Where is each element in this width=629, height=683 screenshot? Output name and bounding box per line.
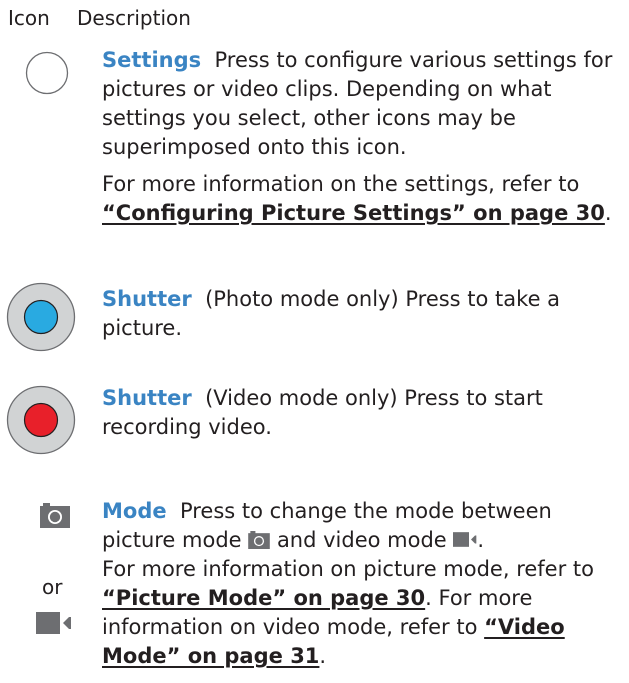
shutter-video-icon [6, 385, 76, 455]
or-label: or [42, 575, 63, 599]
settings-term: Settings [102, 48, 202, 72]
shutter-photo-term: Shutter [102, 287, 192, 311]
video-camera-icon [453, 532, 477, 547]
description-column-header: Description [77, 6, 191, 30]
settings-circle-icon [25, 51, 69, 95]
shutter-photo-icon [6, 282, 76, 352]
camera-icon [40, 503, 70, 528]
picture-mode-link[interactable]: “Picture Mode” on page 30 [102, 586, 425, 610]
shutter-photo-description: Shutter (Photo mode only) Press to take … [102, 287, 561, 340]
shutter-video-term: Shutter [102, 386, 192, 410]
mode-term: Mode [102, 499, 167, 523]
mode-reference: For more information on picture mode, re… [102, 557, 594, 668]
mode-description: Mode Press to change the mode between pi… [102, 497, 624, 671]
settings-text: Settings Press to configure various sett… [102, 48, 613, 159]
configuring-picture-settings-link[interactable]: “Configuring Picture Settings” on page 3… [102, 201, 605, 225]
settings-reference: For more information on the settings, re… [102, 172, 612, 225]
shutter-video-description: Shutter (Video mode only) Press to start… [102, 386, 543, 439]
settings-description: Settings Press to configure various sett… [102, 46, 624, 228]
icon-column-header: Icon [8, 6, 50, 30]
video-camera-icon [36, 612, 71, 634]
camera-icon [248, 531, 271, 549]
